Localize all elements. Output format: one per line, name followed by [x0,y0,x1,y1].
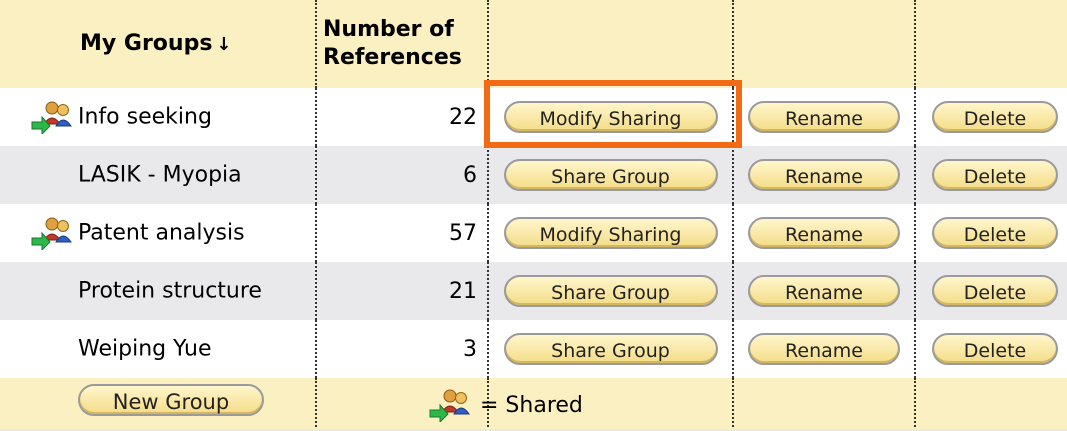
legend-label: = Shared [480,392,583,418]
group-name-cell: LASIK - Myopia [0,146,317,204]
my-groups-panel: My Groups ↓ Number of References Info see… [0,0,1067,431]
modify-sharing-button[interactable]: Modify Sharing [503,217,718,249]
group-name[interactable]: Protein structure [78,279,262,304]
column-header-references: Number of References [316,0,489,88]
delete-button[interactable]: Delete [932,275,1058,307]
table-header-row: My Groups ↓ Number of References [0,0,1067,88]
share-group-button[interactable]: Share Group [503,333,718,365]
reference-count: 3 [316,320,489,378]
shared-group-icon [31,101,72,134]
rename-button[interactable]: Rename [748,333,900,365]
table-row: Protein structure 21 Share Group Rename Dele… [0,262,1067,320]
refs-header-line1: Number of [323,17,454,42]
groups-header-label[interactable]: My Groups [80,31,212,56]
rename-button[interactable]: Rename [748,159,900,191]
groups-table: My Groups ↓ Number of References Info see… [0,0,1067,431]
group-name-cell: Protein structure [0,262,317,320]
table-row: Weiping Yue 3 Share Group Rename Delete [0,320,1067,378]
group-name[interactable]: LASIK - Myopia [78,163,242,188]
table-row: LASIK - Myopia 6 Share Group Rename Delete [0,146,1067,204]
modify-sharing-button[interactable]: Modify Sharing [503,101,718,133]
column-header-rename [733,0,916,88]
reference-count: 6 [316,146,489,204]
column-header-delete [915,0,1067,88]
delete-button[interactable]: Delete [932,217,1058,249]
refs-header-line2: References [323,45,462,70]
group-name-cell: Patent analysis [0,204,317,262]
rename-button[interactable]: Rename [748,101,900,133]
shared-group-icon [429,389,470,422]
reference-count: 22 [316,88,489,146]
shared-group-icon [31,217,72,250]
rename-button[interactable]: Rename [748,275,900,307]
delete-button[interactable]: Delete [932,159,1058,191]
column-header-share [488,0,734,88]
sort-arrow-icon[interactable]: ↓ [216,34,231,55]
group-name[interactable]: Weiping Yue [78,337,211,362]
column-header-groups[interactable]: My Groups ↓ [0,0,317,88]
shared-legend: = Shared [428,388,583,422]
share-group-button[interactable]: Share Group [503,159,718,191]
delete-button[interactable]: Delete [932,333,1058,365]
group-name-cell: Info seeking [0,88,317,146]
group-name[interactable]: Info seeking [78,105,212,130]
table-row: Patent analysis 57 Modify Sharing Rename Del… [0,204,1067,262]
group-name[interactable]: Patent analysis [78,221,245,246]
reference-count: 21 [316,262,489,320]
group-name-cell: Weiping Yue [0,320,317,378]
reference-count: 57 [316,204,489,262]
rename-button[interactable]: Rename [748,217,900,249]
share-group-button[interactable]: Share Group [503,275,718,307]
table-row: Info seeking 22 Modify Sharing Rename Delete [0,88,1067,146]
new-group-button[interactable]: New Group [78,384,264,416]
delete-button[interactable]: Delete [932,101,1058,133]
